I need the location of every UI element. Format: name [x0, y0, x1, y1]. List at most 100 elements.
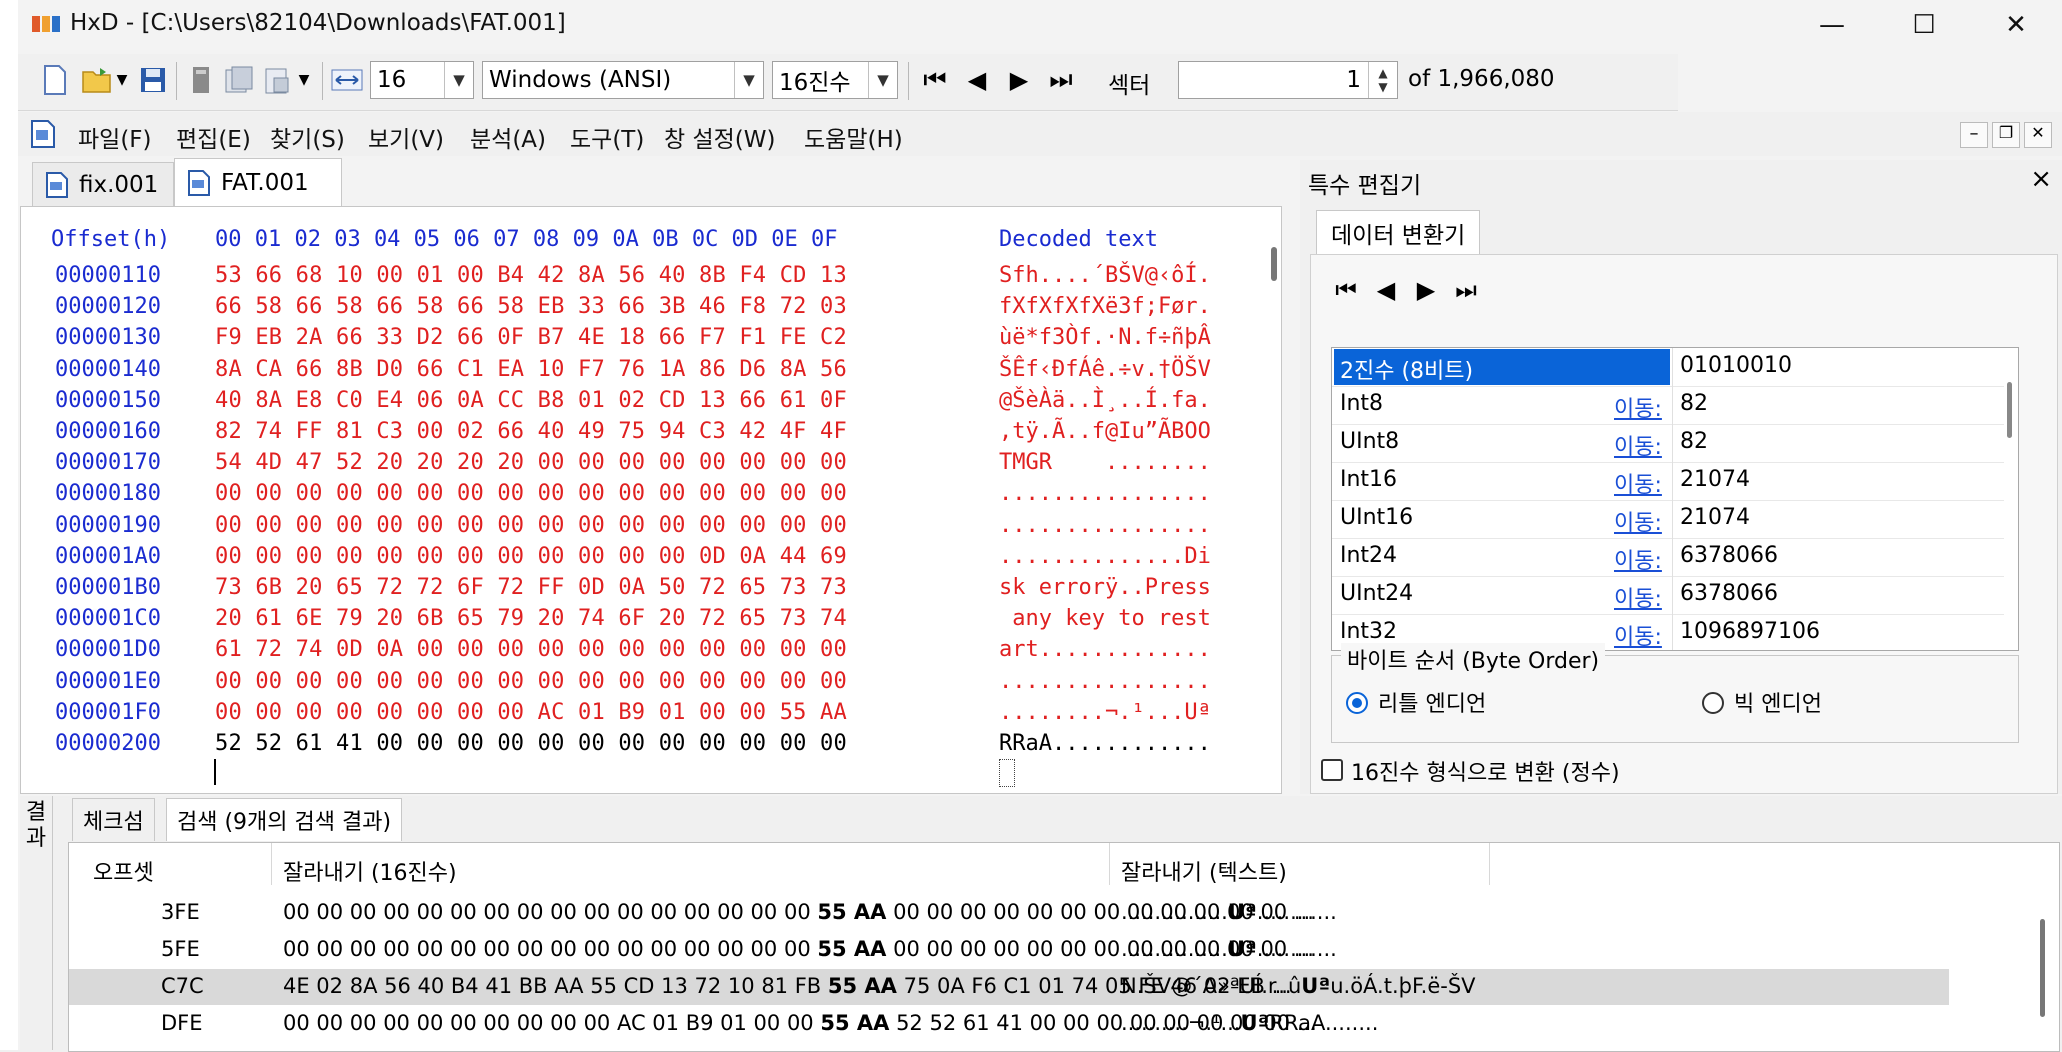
result-row[interactable]: C7C 4E 02 8A 56 40 B4 41 BB AA 55 CD 13 7… — [69, 969, 1949, 1005]
row-bytes[interactable]: F9 EB 2A 66 33 D2 66 0F B7 4E 18 66 F7 F… — [215, 325, 847, 350]
row-offset[interactable]: 00000120 — [55, 294, 161, 319]
paste-dropdown-arrow[interactable]: ▼ — [294, 62, 314, 98]
data-type-row[interactable]: Int8 이동: 82 — [1332, 386, 2004, 425]
data-type-value[interactable]: 6378066 — [1680, 543, 1778, 568]
special-editor-close-button[interactable]: × — [2030, 164, 2052, 194]
goto-link[interactable]: 이동: — [1614, 505, 1662, 537]
row-decoded-text[interactable]: Sfh....´BŠV@‹ôÍ. — [999, 263, 1211, 288]
goto-link[interactable]: 이동: — [1614, 581, 1662, 613]
number-base-select[interactable]: 16진수 ▼ — [772, 61, 898, 99]
menu-analysis[interactable]: 분석(A) — [470, 120, 546, 154]
tab-fat-001[interactable]: FAT.001 — [174, 158, 342, 206]
hex-editor[interactable]: Offset(h) 00 01 02 03 04 05 06 07 08 09 … — [20, 206, 1282, 794]
copy-button[interactable] — [222, 62, 256, 98]
row-offset[interactable]: 000001A0 — [55, 544, 161, 569]
sector-input[interactable]: 1 ▲ ▼ — [1178, 61, 1398, 99]
new-file-button[interactable] — [38, 62, 72, 98]
menu-tools[interactable]: 도구(T) — [570, 120, 644, 154]
row-offset[interactable]: 000001F0 — [55, 700, 161, 725]
next-sector-button[interactable]: ▶ — [1002, 62, 1036, 98]
last-sector-button[interactable]: ⏭ — [1044, 62, 1078, 98]
bytes-per-row-button[interactable] — [328, 62, 366, 98]
first-sector-button[interactable]: ⏮ — [918, 62, 952, 98]
inspector-last-button[interactable]: ⏭ — [1451, 275, 1481, 305]
row-offset[interactable]: 00000110 — [55, 263, 161, 288]
open-file-button[interactable] — [80, 62, 114, 98]
row-decoded-text[interactable]: ................ — [999, 481, 1211, 506]
menu-view[interactable]: 보기(V) — [368, 120, 444, 154]
row-bytes[interactable]: 00 00 00 00 00 00 00 00 00 00 00 00 0D 0… — [215, 544, 847, 569]
row-offset[interactable]: 00000130 — [55, 325, 161, 350]
row-bytes[interactable]: 53 66 68 10 00 01 00 B4 42 8A 56 40 8B F… — [215, 263, 847, 288]
menu-file[interactable]: 파일(F) — [78, 120, 152, 154]
big-endian-radio[interactable] — [1702, 692, 1724, 714]
row-bytes[interactable]: 20 61 6E 79 20 6B 65 79 20 74 6F 20 72 6… — [215, 606, 847, 631]
maximize-button[interactable]: ☐ — [1878, 0, 1970, 50]
row-bytes[interactable]: 52 52 61 41 00 00 00 00 00 00 00 00 00 0… — [215, 731, 847, 756]
row-offset[interactable]: 00000170 — [55, 450, 161, 475]
result-row[interactable]: 5FE 00 00 00 00 00 00 00 00 00 00 00 00 0… — [69, 932, 1949, 968]
tab-checksum[interactable]: 체크섬 — [72, 798, 155, 841]
inspector-first-button[interactable]: ⏮ — [1331, 275, 1361, 305]
row-offset[interactable]: 000001E0 — [55, 669, 161, 694]
sector-spinner[interactable]: ▲ ▼ — [1368, 62, 1397, 98]
column-text-excerpt[interactable]: 잘라내기 (텍스트) — [1121, 855, 1287, 887]
tab-search-results[interactable]: 검색 (9개의 검색 결과) — [166, 798, 403, 841]
data-type-row[interactable]: Int24 이동: 6378066 — [1332, 538, 2004, 577]
data-type-value[interactable]: 21074 — [1680, 467, 1750, 492]
row-decoded-text[interactable]: fXfXfXfXë3f;Før. — [999, 294, 1211, 319]
goto-link[interactable]: 이동: — [1614, 467, 1662, 499]
data-type-row[interactable]: 2진수 (8비트) 01010010 — [1332, 348, 2004, 387]
cut-button[interactable] — [184, 62, 218, 98]
row-offset[interactable]: 000001C0 — [55, 606, 161, 631]
row-decoded-text[interactable]: sk errorÿ..Press — [999, 575, 1211, 600]
column-offset[interactable]: 오프셋 — [93, 855, 154, 887]
inspector-prev-button[interactable]: ◀ — [1371, 275, 1401, 305]
column-hex-excerpt[interactable]: 잘라내기 (16진수) — [283, 855, 457, 887]
row-offset[interactable]: 00000180 — [55, 481, 161, 506]
row-offset[interactable]: 00000200 — [55, 731, 161, 756]
data-type-row[interactable]: UInt16 이동: 21074 — [1332, 500, 2004, 539]
row-bytes[interactable]: 54 4D 47 52 20 20 20 20 00 00 00 00 00 0… — [215, 450, 847, 475]
goto-link[interactable]: 이동: — [1614, 391, 1662, 423]
data-type-row[interactable]: UInt24 이동: 6378066 — [1332, 576, 2004, 615]
open-dropdown-arrow[interactable]: ▼ — [112, 62, 132, 98]
result-row[interactable]: DFE 00 00 00 00 00 00 00 00 00 00 AC 01 B… — [69, 1006, 1949, 1042]
row-bytes[interactable]: 82 74 FF 81 C3 00 02 66 40 49 75 94 C3 4… — [215, 419, 847, 444]
row-bytes[interactable]: 8A CA 66 8B D0 66 C1 EA 10 F7 76 1A 86 D… — [215, 357, 847, 382]
row-bytes[interactable]: 00 00 00 00 00 00 00 00 00 00 00 00 00 0… — [215, 669, 847, 694]
mdi-restore-button[interactable]: ❐ — [1992, 122, 2020, 148]
minimize-button[interactable]: — — [1786, 0, 1878, 50]
row-bytes[interactable]: 73 6B 20 65 72 72 6F 72 FF 0D 0A 50 72 6… — [215, 575, 847, 600]
data-type-row[interactable]: UInt8 이동: 82 — [1332, 424, 2004, 463]
charset-select[interactable]: Windows (ANSI) ▼ — [482, 61, 764, 99]
data-type-value[interactable]: 21074 — [1680, 505, 1750, 530]
row-decoded-text[interactable]: RRaA............ — [999, 731, 1211, 756]
row-bytes[interactable]: 40 8A E8 C0 E4 06 0A CC B8 01 02 CD 13 6… — [215, 388, 847, 413]
row-offset[interactable]: 000001D0 — [55, 637, 161, 662]
results-scrollbar[interactable] — [2040, 919, 2045, 1017]
data-table-scrollbar[interactable] — [2007, 382, 2012, 438]
row-decoded-text[interactable]: any key to rest — [999, 606, 1211, 631]
close-button[interactable]: ✕ — [1970, 0, 2062, 50]
row-decoded-text[interactable]: ‚tÿ.Ã..f@Iu”ÃBOO — [999, 419, 1211, 444]
row-offset[interactable]: 00000140 — [55, 357, 161, 382]
menu-edit[interactable]: 편집(E) — [176, 120, 251, 154]
goto-link[interactable]: 이동: — [1614, 619, 1662, 650]
inspector-next-button[interactable]: ▶ — [1411, 275, 1441, 305]
row-decoded-text[interactable]: ŠÊf‹ÐfÁê.÷v.†ÖŠV — [999, 357, 1211, 382]
row-offset[interactable]: 00000160 — [55, 419, 161, 444]
little-endian-radio[interactable] — [1346, 692, 1368, 714]
row-offset[interactable]: 000001B0 — [55, 575, 161, 600]
menu-search[interactable]: 찾기(S) — [270, 120, 345, 154]
tab-fix-001[interactable]: fix.001 — [32, 162, 174, 206]
row-decoded-text[interactable]: TMGR ........ — [999, 450, 1211, 475]
data-type-value[interactable]: 6378066 — [1680, 581, 1778, 606]
goto-link[interactable]: 이동: — [1614, 429, 1662, 461]
row-bytes[interactable]: 00 00 00 00 00 00 00 00 AC 01 B9 01 00 0… — [215, 700, 847, 725]
row-decoded-text[interactable]: ................ — [999, 669, 1211, 694]
menu-window[interactable]: 창 설정(W) — [664, 120, 775, 154]
tab-data-inspector[interactable]: 데이터 변환기 — [1316, 210, 1481, 255]
row-bytes[interactable]: 00 00 00 00 00 00 00 00 00 00 00 00 00 0… — [215, 513, 847, 538]
previous-sector-button[interactable]: ◀ — [960, 62, 994, 98]
